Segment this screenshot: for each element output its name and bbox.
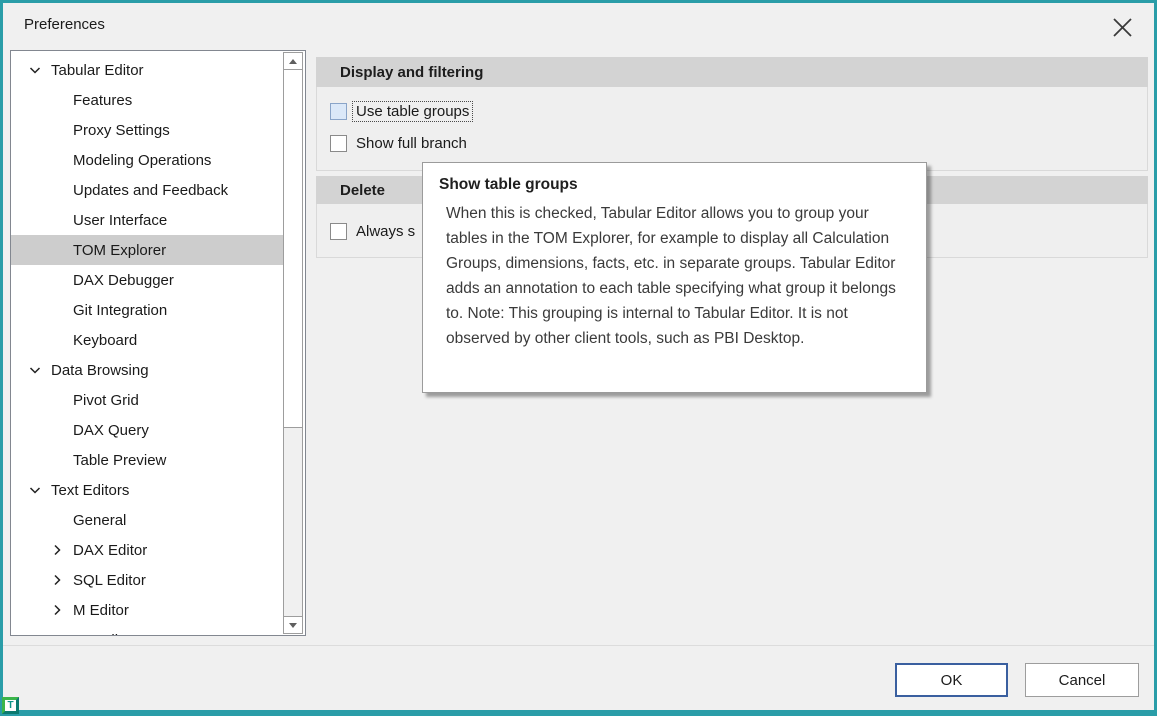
- tree-item-csharp-editor[interactable]: C# Editor: [11, 625, 283, 635]
- tree-item-keyboard[interactable]: Keyboard: [11, 325, 283, 355]
- logo-letter: T: [7, 701, 13, 711]
- section-title: Delete: [340, 182, 385, 199]
- option-show-full-branch: Show full branch: [330, 131, 470, 155]
- tabular-editor-logo-icon: T: [2, 697, 19, 714]
- tree-item-label: General: [73, 512, 126, 529]
- tree-item-label: Tabular Editor: [51, 62, 144, 79]
- tree-item-label: Keyboard: [73, 332, 137, 349]
- tree-item-label: Proxy Settings: [73, 122, 170, 139]
- preferences-dialog: Preferences Tabular Editor Features Prox…: [0, 0, 1157, 716]
- section-title: Display and filtering: [340, 64, 483, 81]
- settings-tree: Tabular Editor Features Proxy Settings M…: [10, 50, 306, 636]
- always-s-checkbox[interactable]: [330, 223, 347, 240]
- tree-item-pivot-grid[interactable]: Pivot Grid: [11, 385, 283, 415]
- show-full-branch-label[interactable]: Show full branch: [353, 134, 470, 153]
- section-body: Use table groups Show full branch: [316, 87, 1148, 171]
- triangle-down-icon: [289, 623, 297, 628]
- close-button[interactable]: [1106, 12, 1138, 42]
- tree-item-sql-editor[interactable]: SQL Editor: [11, 565, 283, 595]
- tree-item-label: SQL Editor: [73, 572, 146, 589]
- tree-item-tom-explorer[interactable]: TOM Explorer: [11, 235, 283, 265]
- chevron-right-icon[interactable]: [50, 574, 64, 586]
- tree-item-label: User Interface: [73, 212, 167, 229]
- tree-item-label: TOM Explorer: [73, 242, 166, 259]
- section-header: Display and filtering: [316, 57, 1148, 87]
- tree-item-label: Data Browsing: [51, 362, 149, 379]
- tree-item-general[interactable]: General: [11, 505, 283, 535]
- close-icon: [1111, 16, 1134, 39]
- ok-button[interactable]: OK: [895, 663, 1008, 697]
- scrollbar-thumb[interactable]: [284, 70, 302, 428]
- tree-item-label: C# Editor: [73, 632, 136, 636]
- tree-item-table-preview[interactable]: Table Preview: [11, 445, 283, 475]
- settings-tree-body: Tabular Editor Features Proxy Settings M…: [11, 55, 283, 635]
- chevron-right-icon[interactable]: [50, 634, 64, 635]
- tree-scrollbar[interactable]: [283, 52, 303, 634]
- footer-divider: [3, 645, 1154, 646]
- tree-item-label: M Editor: [73, 602, 129, 619]
- tree-item-label: Text Editors: [51, 482, 129, 499]
- tree-item-data-browsing[interactable]: Data Browsing: [11, 355, 283, 385]
- chevron-right-icon[interactable]: [50, 604, 64, 616]
- tree-item-dax-editor[interactable]: DAX Editor: [11, 535, 283, 565]
- tree-item-dax-debugger[interactable]: DAX Debugger: [11, 265, 283, 295]
- scroll-down-button[interactable]: [284, 616, 302, 633]
- cancel-button-label: Cancel: [1059, 672, 1106, 689]
- tree-item-proxy-settings[interactable]: Proxy Settings: [11, 115, 283, 145]
- tree-item-features[interactable]: Features: [11, 85, 283, 115]
- chevron-down-icon[interactable]: [28, 65, 42, 76]
- window-title: Preferences: [24, 16, 105, 33]
- tree-item-label: DAX Debugger: [73, 272, 174, 289]
- ok-button-label: OK: [941, 672, 963, 689]
- tree-item-label: Git Integration: [73, 302, 167, 319]
- tree-item-label: DAX Editor: [73, 542, 147, 559]
- cancel-button[interactable]: Cancel: [1025, 663, 1139, 697]
- tree-item-label: Pivot Grid: [73, 392, 139, 409]
- tooltip-title: Show table groups: [439, 176, 908, 194]
- tree-item-label: Modeling Operations: [73, 152, 211, 169]
- tree-item-label: Table Preview: [73, 452, 166, 469]
- show-full-branch-checkbox[interactable]: [330, 135, 347, 152]
- tree-item-tabular-editor[interactable]: Tabular Editor: [11, 55, 283, 85]
- tree-item-updates-and-feedback[interactable]: Updates and Feedback: [11, 175, 283, 205]
- chevron-down-icon[interactable]: [28, 365, 42, 376]
- tooltip-show-table-groups: Show table groups When this is checked, …: [422, 162, 927, 393]
- use-table-groups-label[interactable]: Use table groups: [353, 102, 472, 121]
- tree-item-modeling-operations[interactable]: Modeling Operations: [11, 145, 283, 175]
- tree-item-text-editors[interactable]: Text Editors: [11, 475, 283, 505]
- chevron-down-icon[interactable]: [28, 485, 42, 496]
- tooltip-body: When this is checked, Tabular Editor all…: [446, 201, 908, 351]
- tree-item-label: Updates and Feedback: [73, 182, 228, 199]
- option-use-table-groups: Use table groups: [330, 99, 472, 123]
- use-table-groups-checkbox[interactable]: [330, 103, 347, 120]
- triangle-up-icon: [289, 59, 297, 64]
- always-s-label[interactable]: Always s: [353, 222, 418, 241]
- tree-item-user-interface[interactable]: User Interface: [11, 205, 283, 235]
- scroll-up-button[interactable]: [284, 53, 302, 70]
- chevron-right-icon[interactable]: [50, 544, 64, 556]
- option-always-s: Always s: [330, 219, 418, 243]
- tree-item-label: Features: [73, 92, 132, 109]
- tree-item-git-integration[interactable]: Git Integration: [11, 295, 283, 325]
- section-display-and-filtering: Display and filtering Use table groups S…: [316, 57, 1148, 171]
- tree-item-dax-query[interactable]: DAX Query: [11, 415, 283, 445]
- tree-item-label: DAX Query: [73, 422, 149, 439]
- tree-item-m-editor[interactable]: M Editor: [11, 595, 283, 625]
